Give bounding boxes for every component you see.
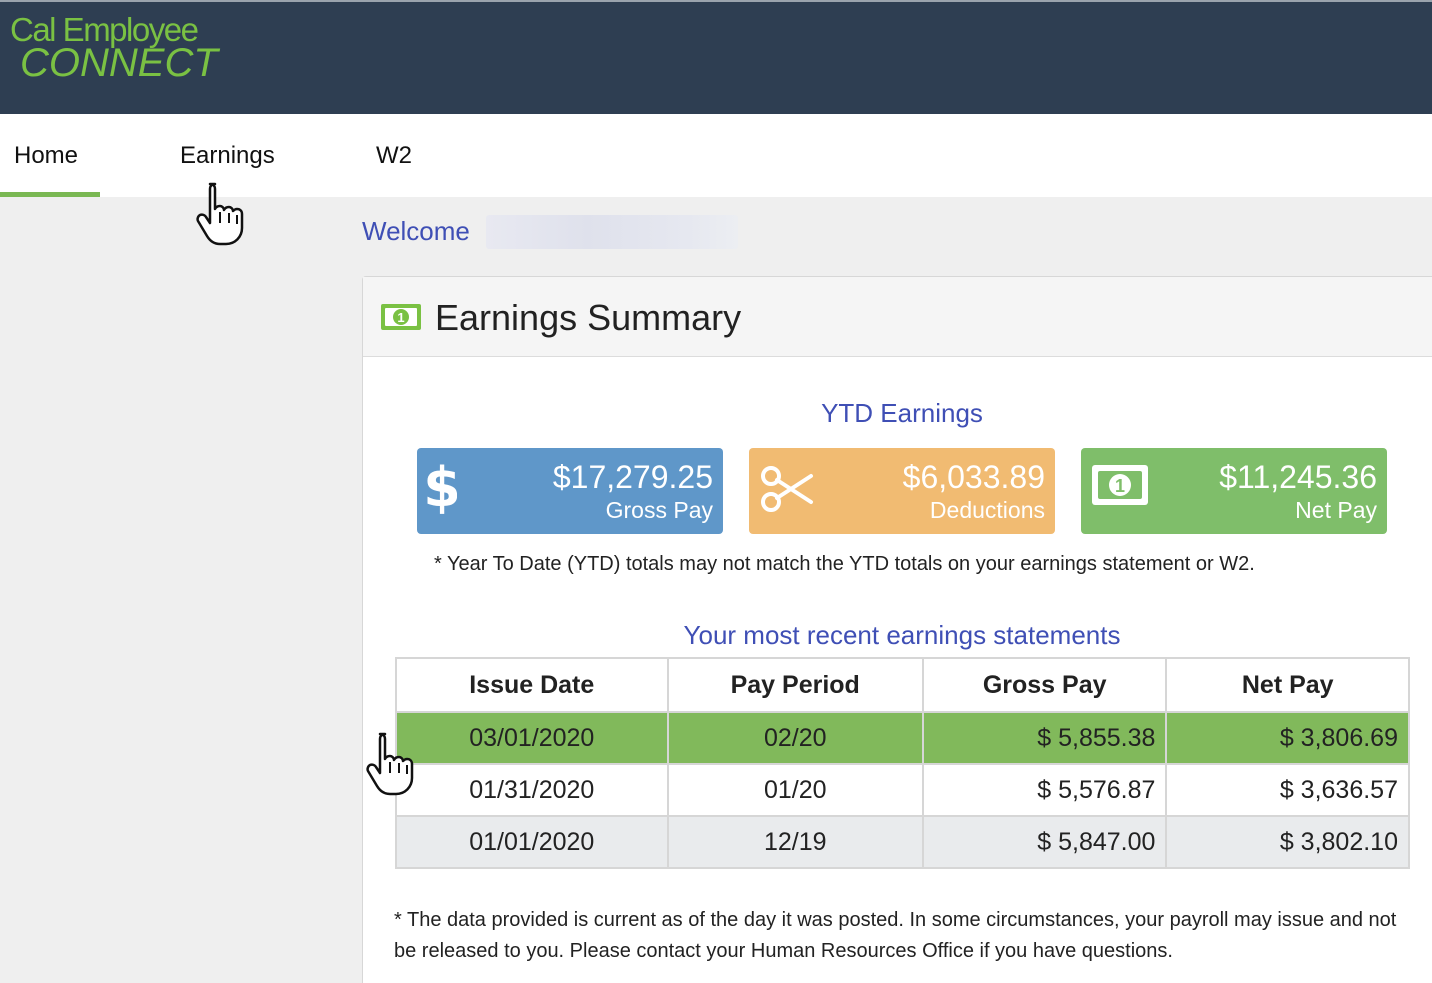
tab-home[interactable]: Home [0,114,100,197]
panel-header: 1 Earnings Summary [363,277,1432,357]
header-pay-period: Pay Period [666,657,924,713]
net-pay-amount: $11,245.36 [1219,459,1377,495]
recent-statements-title: Your most recent earnings statements [683,620,1121,650]
ytd-disclaimer: * Year To Date (YTD) totals may not matc… [434,553,1255,575]
table-row[interactable]: 01/31/2020 01/20 $ 5,576.87 $ 3,636.57 [395,763,1410,817]
table-row[interactable]: 03/01/2020 02/20 $ 5,855.38 $ 3,806.69 [395,711,1410,765]
app-header: Cal Employee CONNECT [0,0,1432,114]
svg-text:$: $ [427,458,457,519]
money-bill-icon: 1 [1092,465,1148,505]
scissors-icon [761,466,813,512]
deductions-amount: $6,033.89 [902,459,1045,495]
net-pay-card: 1 $11,245.36 Net Pay [1081,448,1387,534]
cell-pay-period: 02/20 [666,711,924,765]
ytd-earnings-title: YTD Earnings [821,398,983,428]
gross-pay-label: Gross Pay [605,497,713,523]
earnings-statements-table: Issue Date Pay Period Gross Pay Net Pay … [395,657,1410,869]
money-bill-icon: 1 [381,304,421,330]
tab-earnings[interactable]: Earnings [180,114,290,197]
cell-gross-pay: $ 5,847.00 [921,815,1168,869]
cell-gross-pay: $ 5,855.38 [921,711,1168,765]
cell-pay-period: 12/19 [666,815,924,869]
header-gross-pay: Gross Pay [921,657,1168,713]
deductions-card: $6,033.89 Deductions [749,448,1055,534]
header-issue-date: Issue Date [395,657,669,713]
cell-net-pay: $ 3,636.57 [1165,763,1410,817]
net-pay-label: Net Pay [1295,497,1377,523]
logo-text-line2: CONNECT [20,41,218,85]
user-name-redacted [486,215,738,249]
table-header-row: Issue Date Pay Period Gross Pay Net Pay [395,657,1410,713]
cell-gross-pay: $ 5,576.87 [921,763,1168,817]
deductions-label: Deductions [929,497,1045,523]
gross-pay-card: $ $17,279.25 Gross Pay [417,448,723,534]
dollar-sign-icon: $ [427,458,457,519]
cell-issue-date: 01/31/2020 [395,763,669,817]
table-row[interactable]: 01/01/2020 12/19 $ 5,847.00 $ 3,802.10 [395,815,1410,869]
svg-text:1: 1 [1115,476,1125,496]
tab-w2[interactable]: W2 [376,114,426,197]
cell-net-pay: $ 3,806.69 [1165,711,1410,765]
panel-title: Earnings Summary [435,297,742,338]
data-disclaimer: * The data provided is current as of the… [394,909,1397,962]
main-nav: Home Earnings W2 [0,114,1432,197]
svg-text:1: 1 [397,310,404,325]
gross-pay-amount: $17,279.25 [552,459,713,495]
cell-pay-period: 01/20 [666,763,924,817]
welcome-label: Welcome [362,216,470,246]
cell-issue-date: 03/01/2020 [395,711,669,765]
cell-issue-date: 01/01/2020 [395,815,669,869]
header-net-pay: Net Pay [1165,657,1410,713]
cell-net-pay: $ 3,802.10 [1165,815,1410,869]
app-logo[interactable]: Cal Employee CONNECT [10,12,250,85]
